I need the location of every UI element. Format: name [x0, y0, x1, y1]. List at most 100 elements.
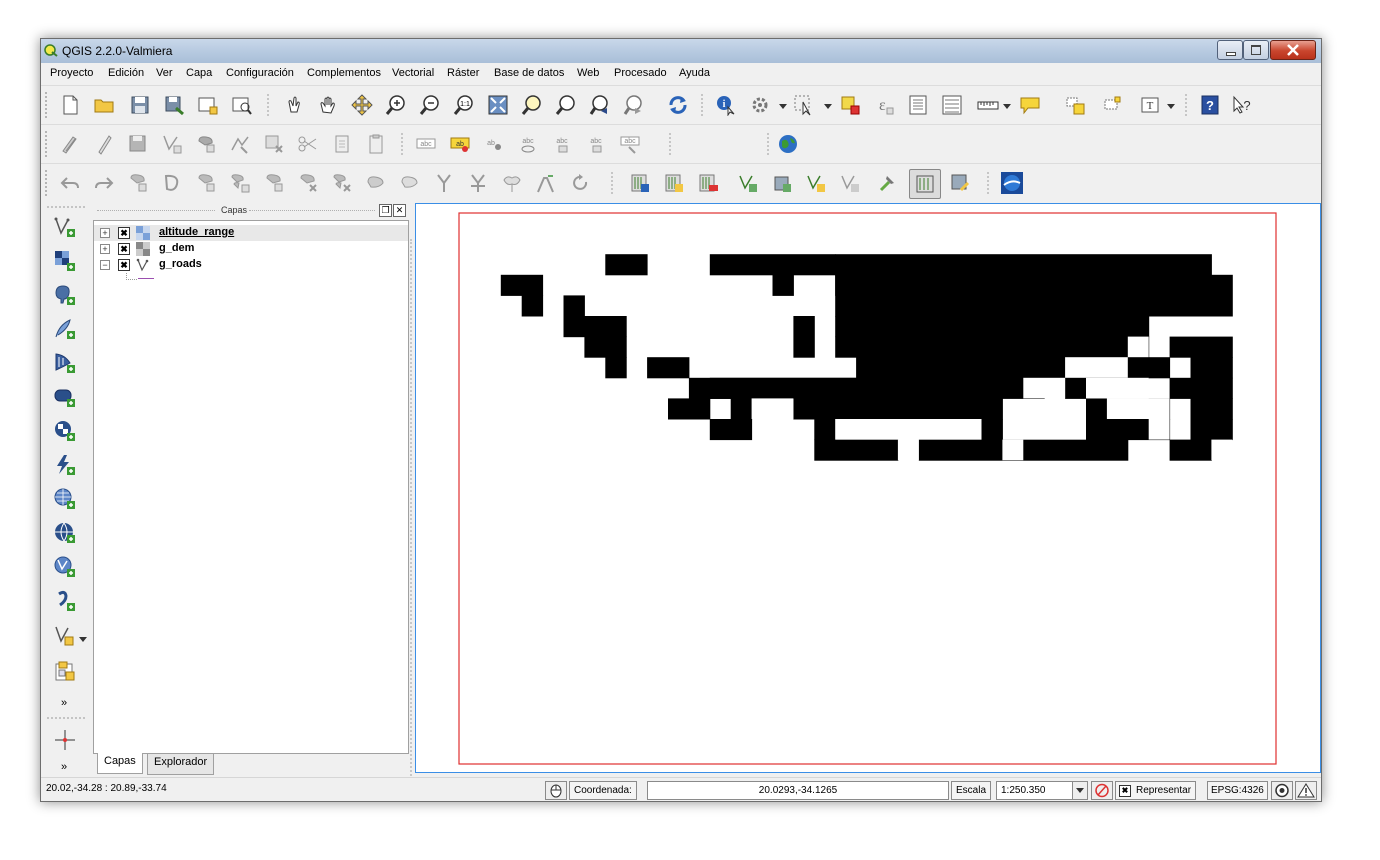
tab-capas[interactable]: Capas: [97, 753, 143, 774]
delete-part-button[interactable]: [329, 170, 355, 196]
minimize-button[interactable]: [1217, 40, 1243, 60]
expand-icon[interactable]: +: [100, 228, 110, 238]
split-features-button[interactable]: [431, 170, 457, 196]
offset-curve-button[interactable]: [397, 170, 423, 196]
layer-properties-button[interactable]: [947, 170, 973, 196]
panel-close-button[interactable]: ✕: [393, 204, 406, 217]
menu-base-de-datos[interactable]: Base de datos: [494, 67, 564, 79]
add-wfs-vector-layer-button[interactable]: [52, 554, 78, 580]
open-attribute-table-button[interactable]: [905, 92, 931, 118]
layer-visibility-checkbox[interactable]: ✖: [118, 243, 130, 255]
merge-features-button[interactable]: [499, 170, 525, 196]
show-bookmarks-button[interactable]: [1099, 92, 1125, 118]
pan-to-selection-button[interactable]: [349, 92, 375, 118]
labeling-button[interactable]: abc: [413, 131, 439, 157]
digitize-tool-button[interactable]: [52, 727, 78, 753]
help-button[interactable]: ?: [1197, 92, 1223, 118]
rotate-label-button[interactable]: abc: [583, 131, 609, 157]
add-gpx-layer-button[interactable]: [52, 588, 78, 614]
measure-line-button[interactable]: [975, 92, 1001, 118]
merge-attributes-button[interactable]: [533, 170, 559, 196]
add-wms-layer-button[interactable]: [52, 418, 78, 444]
toggle-table-view-button[interactable]: [909, 169, 941, 199]
render-checkbox[interactable]: ✖: [1119, 785, 1131, 797]
statistical-summary-button[interactable]: [939, 92, 965, 118]
toolbar-grip[interactable]: [45, 92, 51, 118]
zoom-last-button[interactable]: [587, 92, 613, 118]
pin-labels-button[interactable]: ab: [481, 131, 507, 157]
add-oracle-layer-button[interactable]: [52, 384, 78, 410]
reshape-features-button[interactable]: [363, 170, 389, 196]
more-tools-chevron[interactable]: »: [61, 697, 67, 709]
add-delimited-text-layer-button[interactable]: [52, 452, 78, 478]
close-button[interactable]: [1270, 40, 1316, 60]
add-vector-layer-button[interactable]: [52, 214, 78, 240]
highlight-pinned-labels-button[interactable]: ab: [447, 131, 473, 157]
toggle-editing-button[interactable]: [91, 131, 117, 157]
add-mssql-layer-button[interactable]: [52, 350, 78, 376]
move-label-button[interactable]: abc: [549, 131, 575, 157]
scale-dropdown-button[interactable]: [1072, 782, 1087, 799]
openlayers-plugin-button[interactable]: [775, 131, 801, 157]
touch-zoom-button[interactable]: [281, 92, 307, 118]
add-spatialite-layer-button[interactable]: [52, 316, 78, 342]
coordinate-field[interactable]: 20.0293,-34.1265: [647, 781, 949, 800]
layer-item-altitude-range[interactable]: + ✖ altitude_range: [94, 225, 408, 241]
scale-combobox[interactable]: 1:250.350: [996, 781, 1088, 800]
save-layer-edits-button[interactable]: [125, 131, 151, 157]
tools-button[interactable]: [875, 170, 901, 196]
map-tips-button[interactable]: [1017, 92, 1043, 118]
expand-icon[interactable]: +: [100, 244, 110, 254]
tab-explorador[interactable]: Explorador: [147, 753, 215, 775]
delete-selected-button[interactable]: [261, 131, 287, 157]
new-project-button[interactable]: [57, 92, 83, 118]
move-feature-button[interactable]: [193, 131, 219, 157]
render-toggle[interactable]: ✖ Representar: [1115, 781, 1197, 800]
new-shapefile-layer-button[interactable]: [52, 622, 78, 648]
pan-map-button[interactable]: [315, 92, 341, 118]
menu-web[interactable]: Web: [577, 67, 599, 79]
chevron-down-icon[interactable]: [79, 637, 87, 642]
open-project-button[interactable]: [91, 92, 117, 118]
menu-complementos[interactable]: Complementos: [307, 67, 381, 79]
change-label-button[interactable]: abc: [617, 131, 643, 157]
redo-button[interactable]: [91, 170, 117, 196]
identify-features-button[interactable]: i: [713, 92, 739, 118]
layer-item-g-dem[interactable]: + ✖ g_dem: [94, 241, 408, 257]
add-postgis-layer-button[interactable]: [52, 282, 78, 308]
toolbar-grip[interactable]: [45, 170, 51, 196]
collapse-icon[interactable]: −: [100, 260, 110, 270]
zoom-actual-size-button[interactable]: 1:1: [451, 92, 477, 118]
add-raster-layer-tb-button[interactable]: [627, 170, 653, 196]
save-project-button[interactable]: [127, 92, 153, 118]
menu-edicion[interactable]: Edición: [108, 67, 144, 79]
menu-raster[interactable]: Ráster: [447, 67, 479, 79]
add-raster-layer-button[interactable]: [52, 248, 78, 274]
menu-vectorial[interactable]: Vectorial: [392, 67, 434, 79]
undo-button[interactable]: [57, 170, 83, 196]
menu-capa[interactable]: Capa: [186, 67, 212, 79]
composer-manager-button[interactable]: [229, 92, 255, 118]
simplify-feature-button[interactable]: [159, 170, 185, 196]
layer-visibility-checkbox[interactable]: ✖: [118, 259, 130, 271]
layer-item-g-roads[interactable]: − ✖ g_roads: [94, 257, 408, 273]
show-hide-labels-button[interactable]: abc: [515, 131, 541, 157]
zoom-to-selection-button[interactable]: [553, 92, 579, 118]
paste-features-button[interactable]: [363, 131, 389, 157]
maximize-button[interactable]: [1243, 40, 1269, 60]
add-part-button[interactable]: [227, 170, 253, 196]
deselect-features-button[interactable]: [837, 92, 863, 118]
fill-ring-button[interactable]: [261, 170, 287, 196]
node-tool-button[interactable]: [227, 131, 253, 157]
whats-this-button[interactable]: ?: [1229, 92, 1255, 118]
refresh-button[interactable]: [665, 92, 691, 118]
crs-projection-button[interactable]: [1271, 781, 1293, 800]
current-edits-button[interactable]: [57, 131, 83, 157]
menu-configuracion[interactable]: Configuración: [226, 67, 294, 79]
text-annotation-button[interactable]: T: [1137, 92, 1163, 118]
copy-layer-button[interactable]: [769, 170, 795, 196]
embed-layers-button[interactable]: [52, 658, 78, 684]
new-bookmark-button[interactable]: [1063, 92, 1089, 118]
copy-features-button[interactable]: [329, 131, 355, 157]
add-ring-button[interactable]: [193, 170, 219, 196]
